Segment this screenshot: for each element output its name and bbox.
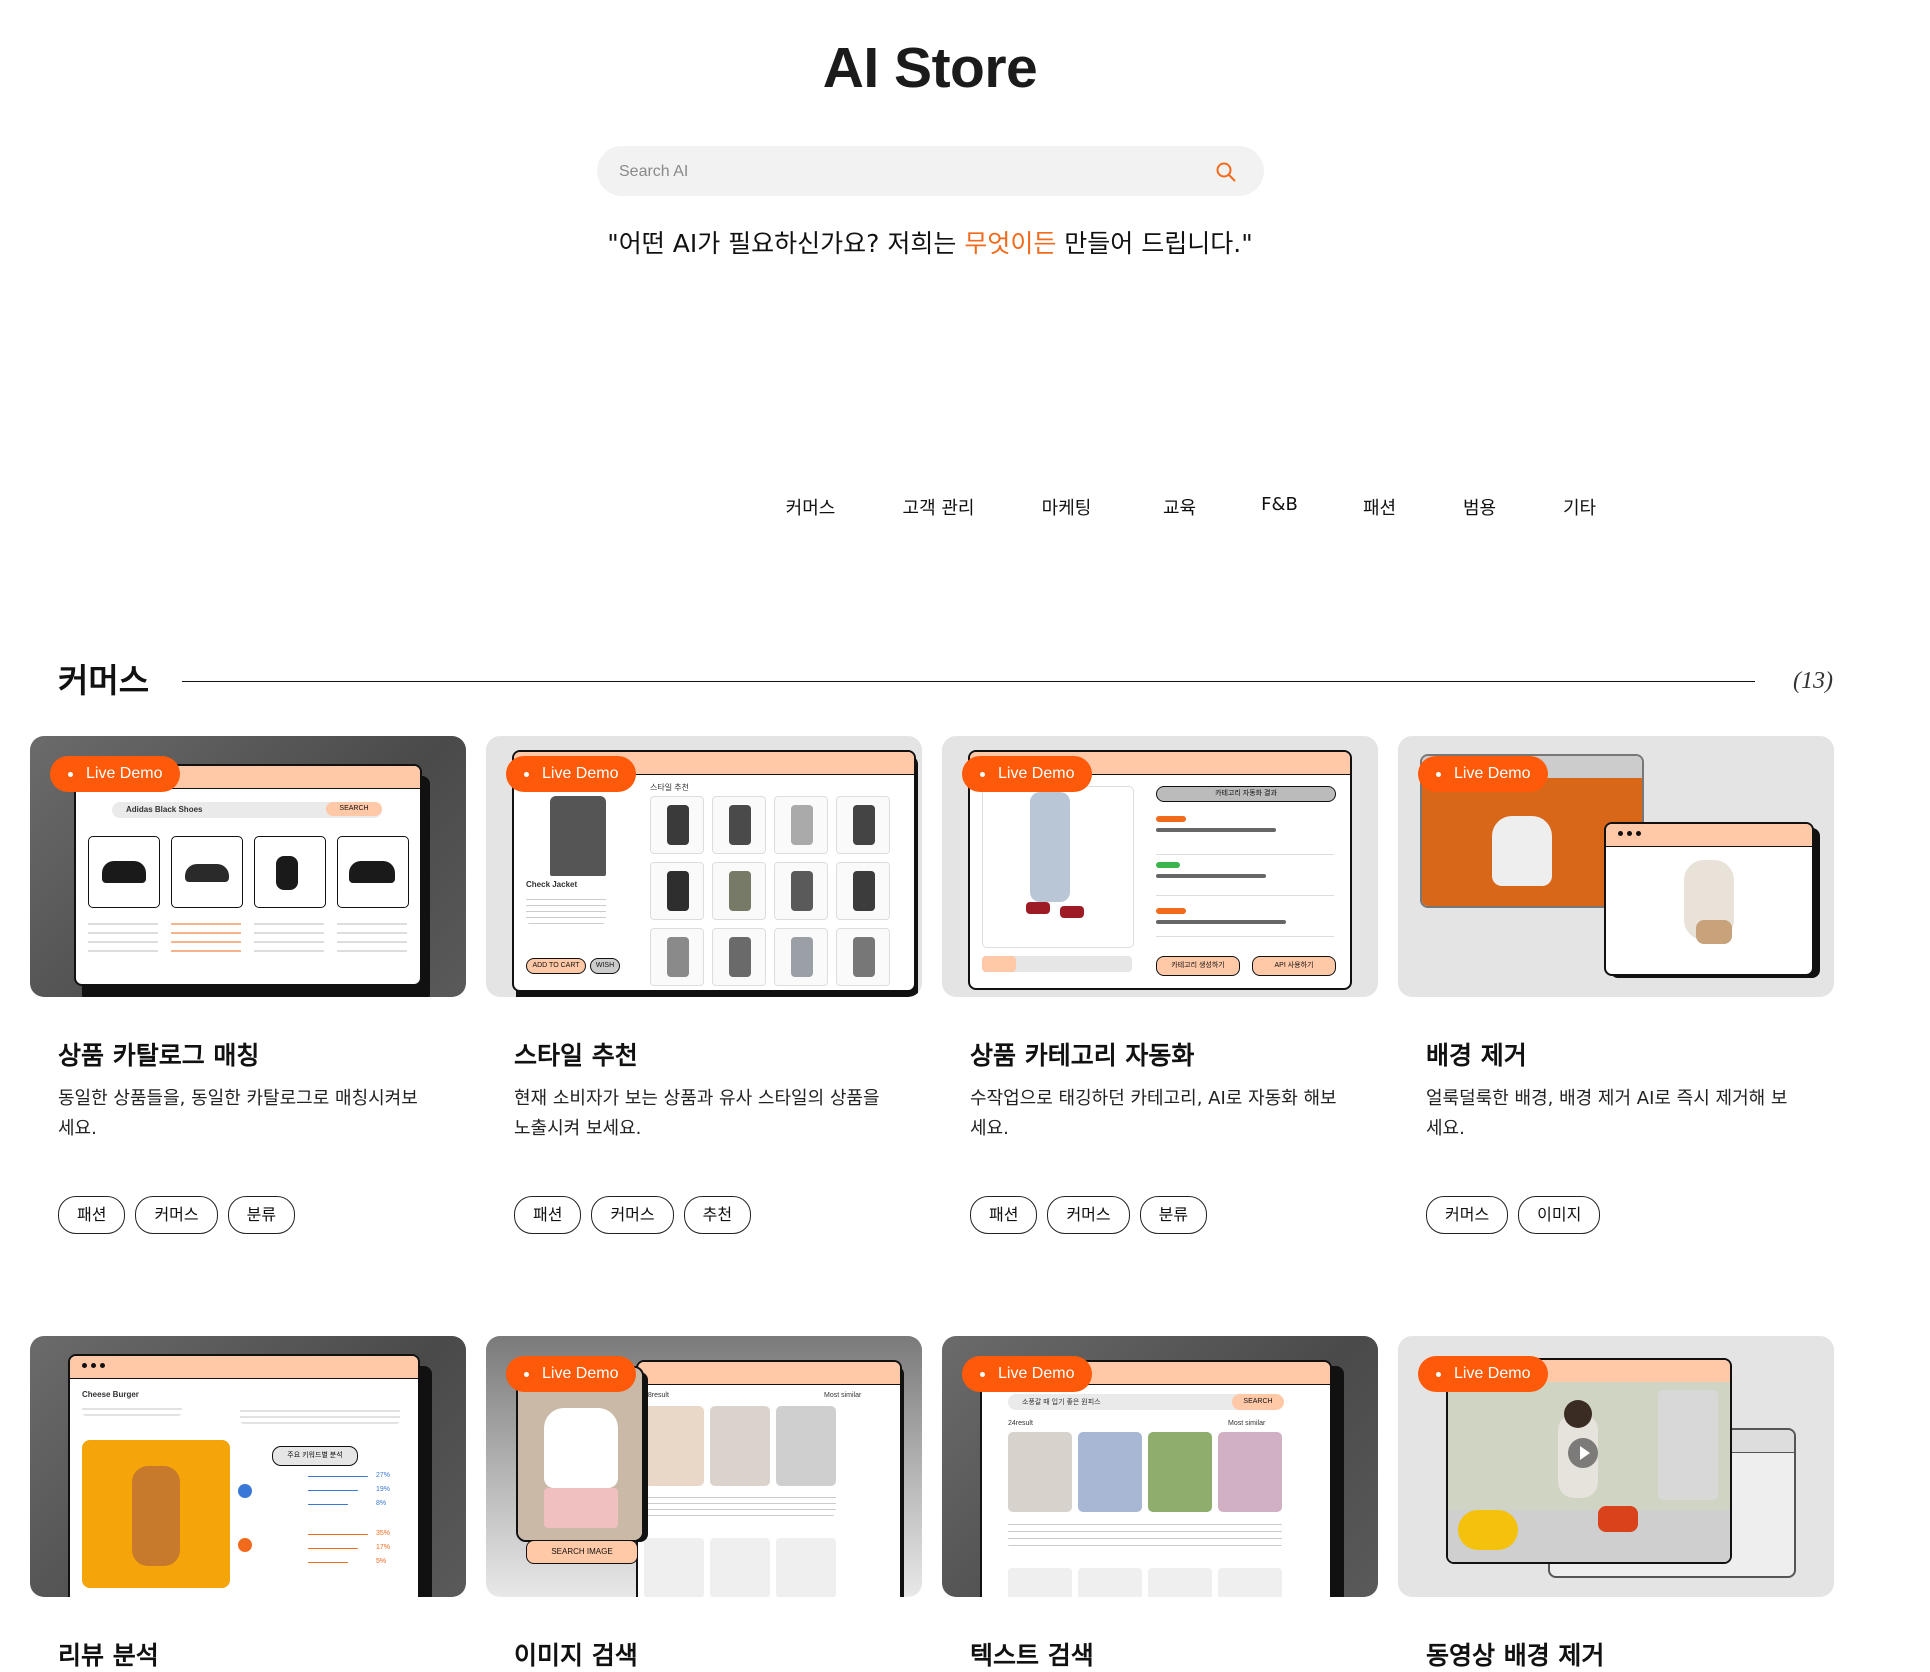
mock-heading: 스타일 추천 <box>650 783 690 792</box>
search-bar[interactable] <box>597 146 1264 198</box>
card-title[interactable]: 상품 카테고리 자동화 <box>970 1036 1194 1072</box>
tab-education[interactable]: 교육 <box>1150 490 1210 524</box>
section-count: (13) <box>1793 668 1833 694</box>
tag-chip[interactable]: 분류 <box>227 1196 296 1234</box>
card-title[interactable]: 배경 제거 <box>1426 1036 1527 1072</box>
live-demo-badge[interactable]: Live Demo <box>962 1356 1093 1392</box>
mock-product-name: Check Jacket <box>526 880 578 889</box>
card-description: 현재 소비자가 보는 상품과 유사 스타일의 상품을 노출시켜 보세요. <box>514 1088 880 1139</box>
mock-neg-2: 17% <box>376 1544 391 1551</box>
tab-etc[interactable]: 기타 <box>1550 490 1610 524</box>
tagline-after: 만들어 드립니다." <box>1056 229 1253 258</box>
card-title[interactable]: 상품 카탈로그 매칭 <box>58 1036 259 1072</box>
mock-search-button: SEARCH <box>326 802 382 816</box>
mock-result-count: 24result <box>1008 1420 1033 1427</box>
card-tags: 패션 커머스 분류 <box>58 1196 296 1234</box>
live-demo-badge[interactable]: Live Demo <box>506 756 637 792</box>
tag-chip[interactable]: 추천 <box>683 1196 752 1234</box>
tag-chip[interactable]: 패션 <box>514 1196 582 1234</box>
mock-heading: 카테고리 자동화 결과 <box>1156 786 1336 802</box>
card-title[interactable]: 동영상 배경 제거 <box>1426 1636 1604 1672</box>
tab-commerce[interactable]: 커머스 <box>756 490 866 524</box>
tagline-accent: 무엇이든 <box>964 229 1057 258</box>
section-header: 커머스 (13) <box>58 656 1833 706</box>
tab-marketing[interactable]: 마케팅 <box>1012 490 1122 524</box>
card-description: 얼룩덜룩한 배경, 배경 제거 AI로 즉시 제거해 보세요. <box>1426 1088 1788 1139</box>
tag-chip[interactable]: 분류 <box>1139 1196 1208 1234</box>
mock-neg-3: 5% <box>376 1558 387 1565</box>
card-thumbnail[interactable]: Live Demo 28result Most similar SEARCH I… <box>486 1336 922 1597</box>
card-thumbnail[interactable]: Cheese Burger 주요 키워드별 분석 27% 19% 8% 35% … <box>30 1336 466 1597</box>
tag-chip[interactable]: 패션 <box>58 1196 126 1234</box>
card-title[interactable]: 텍스트 검색 <box>970 1636 1094 1672</box>
card-title[interactable]: 리뷰 분석 <box>58 1636 159 1672</box>
page-title: AI Store <box>822 36 1038 100</box>
section-divider <box>182 681 1755 682</box>
mock-sort: Most similar <box>1228 1420 1266 1427</box>
live-demo-badge[interactable]: Live Demo <box>506 1356 637 1392</box>
mock-add-to-cart: ADD TO CART <box>526 958 586 974</box>
card-thumbnail[interactable]: Live Demo 스타일 추천 Check Jacket ADD TO CAR… <box>486 736 922 997</box>
mock-search-text: 소풍갈 때 입기 좋은 원피스 <box>1022 1399 1101 1406</box>
tag-chip[interactable]: 이미지 <box>1518 1196 1601 1234</box>
mock-pos-1: 27% <box>376 1472 391 1479</box>
card-description: 동일한 상품들을, 동일한 카탈로그로 매칭시켜보세요. <box>58 1088 418 1139</box>
mock-sort: Most similar <box>824 1392 862 1399</box>
live-demo-badge[interactable]: Live Demo <box>50 756 181 792</box>
card-title[interactable]: 스타일 추천 <box>514 1036 638 1072</box>
card-thumbnail[interactable]: Live Demo <box>1398 736 1834 997</box>
tag-chip[interactable]: 커머스 <box>591 1196 674 1234</box>
search-icon[interactable] <box>1214 160 1238 184</box>
tab-general[interactable]: 범용 <box>1450 490 1510 524</box>
tab-fnb[interactable]: F&B <box>1250 490 1310 524</box>
mock-pos-3: 8% <box>376 1500 387 1507</box>
search-input[interactable] <box>617 146 1181 198</box>
card-tags: 패션 커머스 분류 <box>970 1196 1208 1234</box>
card-title[interactable]: 이미지 검색 <box>514 1636 638 1672</box>
card-thumbnail[interactable]: Live Demo 소풍갈 때 입기 좋은 원피스 SEARCH 24resul… <box>942 1336 1378 1597</box>
tag-chip[interactable]: 커머스 <box>1047 1196 1130 1234</box>
mock-search-text: Adidas Black Shoes <box>126 805 203 814</box>
card-tags: 커머스 이미지 <box>1426 1196 1601 1234</box>
live-demo-badge[interactable]: Live Demo <box>962 756 1093 792</box>
mock-neg-1: 35% <box>376 1530 391 1537</box>
card-thumbnail[interactable]: Live Demo Adidas Black Shoes SEARCH <box>30 736 466 997</box>
mock-search-button: SEARCH <box>1232 1394 1284 1410</box>
live-demo-badge[interactable]: Live Demo <box>1418 756 1549 792</box>
live-demo-badge[interactable]: Live Demo <box>1418 1356 1549 1392</box>
mock-wish: WISH <box>590 958 620 974</box>
card-thumbnail[interactable]: Live Demo <box>1398 1336 1834 1597</box>
card-tags: 패션 커머스 추천 <box>514 1196 752 1234</box>
mock-keyword-button: 주요 키워드별 분석 <box>272 1446 358 1466</box>
tag-chip[interactable]: 커머스 <box>1426 1196 1509 1234</box>
card-description: 수작업으로 태깅하던 카테고리, AI로 자동화 해보세요. <box>970 1088 1337 1139</box>
tagline-before: "어떤 AI가 필요하신가요? 저희는 <box>607 229 965 258</box>
tab-fashion[interactable]: 패션 <box>1350 490 1410 524</box>
mock-search-image-button: SEARCH IMAGE <box>526 1540 638 1564</box>
category-tabs: 커머스 고객 관리 마케팅 교육 F&B 패션 범용 기타 <box>0 490 1860 524</box>
tag-chip[interactable]: 커머스 <box>135 1196 218 1234</box>
section-title: 커머스 <box>58 661 150 700</box>
mock-pos-2: 19% <box>376 1486 391 1493</box>
mock-create-button: 카테고리 생성하기 <box>1156 956 1240 976</box>
tag-chip[interactable]: 패션 <box>970 1196 1038 1234</box>
tagline: "어떤 AI가 필요하신가요? 저희는 무엇이든 만들어 드립니다." <box>0 226 1860 262</box>
mock-api-button: API 사용하기 <box>1252 956 1336 976</box>
card-thumbnail[interactable]: Live Demo 카테고리 자동화 결과 카테고리 생성하기 API 사용하기 <box>942 736 1378 997</box>
tab-customer[interactable]: 고객 관리 <box>884 490 994 524</box>
mock-product-name: Cheese Burger <box>82 1390 139 1399</box>
